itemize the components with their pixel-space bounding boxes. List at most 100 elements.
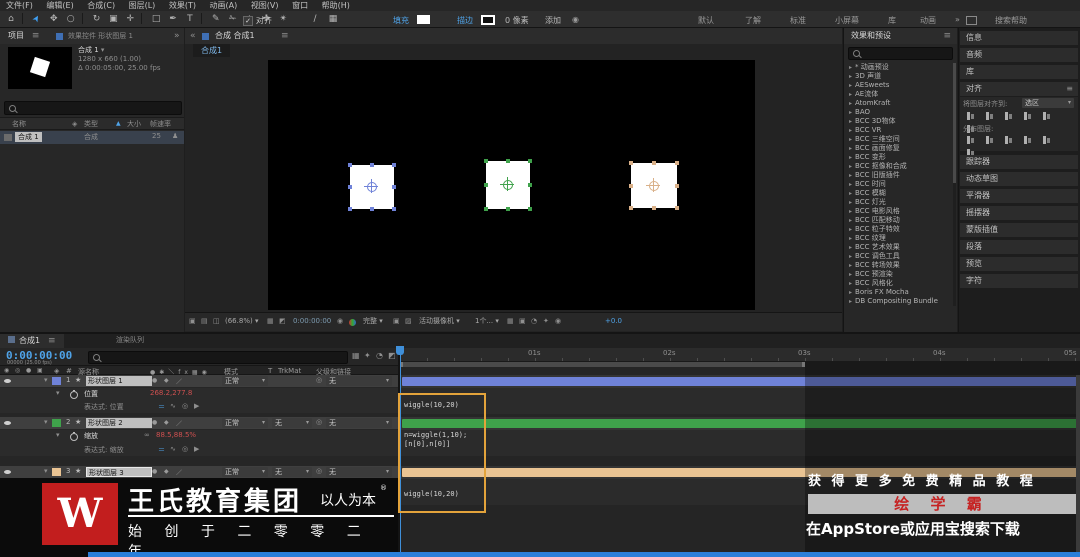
effect-category[interactable]: ▸* 动画预设 [844,63,957,72]
effect-category[interactable]: ▸AE流体 [844,90,957,99]
effect-category[interactable]: ▸BAO [844,108,957,117]
effect-category[interactable]: ▸BCC 转场效果 [844,261,957,270]
resize-handle[interactable] [506,159,510,163]
distribute-h-center-icon[interactable] [1041,135,1052,145]
view-layout-dropdown[interactable]: 1个... ▾ [475,313,499,330]
tab-render-queue[interactable]: 渲染队列 [116,335,144,345]
expression-graph-icon[interactable]: ∿ [170,445,176,453]
align-v-center-icon[interactable] [1041,111,1052,121]
shape-tool-icon[interactable]: □ [149,11,163,27]
composition-viewport[interactable] [268,60,755,310]
layer-switches[interactable]: ● [152,419,157,426]
effect-category[interactable]: ▸BCC 3D物体 [844,117,957,126]
snap-checkbox[interactable]: ✓ 对齐 [243,15,272,26]
resize-handle[interactable] [484,159,488,163]
workspace-manager-icon[interactable] [966,16,977,25]
property-row-position[interactable]: ▾ 位置 268.2,277.8 [0,388,398,400]
effect-category[interactable]: ▸AtomKraft [844,99,957,108]
stopwatch-icon[interactable] [70,391,78,399]
resize-handle[interactable] [528,183,532,187]
clone-stamp-tool-icon[interactable]: ✁ [226,11,240,27]
panel-menu-icon[interactable]: ≡ [281,28,289,44]
expand-arrow-icon[interactable]: ▾ [44,418,48,426]
effect-category[interactable]: ▸BCC 三维空间 [844,135,957,144]
parent-dropdown[interactable]: 无▾ [326,376,392,386]
resolution-dropdown[interactable]: 完整 ▾ [363,313,383,330]
workspace-tab-learn[interactable]: 了解 [745,15,761,26]
panel-tracker[interactable]: 跟踪器 [960,155,1078,169]
tab-overflow-icon[interactable]: » [174,28,180,44]
eye-icon[interactable] [4,470,11,474]
anchor-point-icon[interactable] [649,181,659,191]
anchor-point-icon[interactable] [503,180,513,190]
magnification-icon[interactable]: ◫ [213,313,220,330]
add-label[interactable]: 添加 [545,15,561,26]
tab-project[interactable]: 项目 [0,31,24,40]
shape-layer-1-square[interactable] [350,165,394,209]
exposure-value[interactable]: +0.0 [605,313,622,330]
eye-icon[interactable] [4,379,11,383]
scrollbar[interactable] [953,63,956,306]
expand-arrow-icon[interactable]: ▾ [56,389,60,397]
expand-arrow-icon[interactable]: ▾ [44,376,48,384]
panel-paragraph[interactable]: 段落 [960,240,1078,254]
comp-viewer-tab[interactable]: 合成1 [193,44,230,57]
primary-viewer-icon[interactable]: ▤ [201,313,208,330]
always-preview-icon[interactable]: ▣ [189,313,196,330]
parent-dropdown[interactable]: 无▾ [326,418,392,428]
effect-category[interactable]: ▸BCC 调色工具 [844,252,957,261]
align-h-center-icon[interactable] [984,111,995,121]
resize-handle[interactable] [528,159,532,163]
blend-mode-dropdown[interactable]: 正常▾ [222,467,268,477]
project-item-row[interactable]: 合成 1 合成 25 ♟ [0,131,184,144]
resize-handle[interactable] [392,185,396,189]
type-tool-icon[interactable]: T [183,11,197,27]
effect-category[interactable]: ▸3D 声道 [844,72,957,81]
menu-animation[interactable]: 动画(A) [210,1,238,10]
selected-comp-name[interactable]: 合成 1 ▾ [78,46,161,55]
roi-icon[interactable]: ▣ [393,313,400,330]
effect-category[interactable]: ▸BCC 画面修复 [844,144,957,153]
label-color-chip[interactable] [52,377,61,385]
project-item-name[interactable]: 合成 1 [15,132,42,142]
mini-flowchart-icon[interactable]: ▦ [352,351,360,360]
layer-switches[interactable]: ● [152,377,157,384]
distribute-left-icon[interactable] [1022,135,1033,145]
panel-audio[interactable]: 音频 [960,48,1078,62]
stroke-width-value[interactable]: 0 像素 [505,15,529,26]
menu-window[interactable]: 窗口 [292,1,308,10]
playhead-handle[interactable] [396,346,404,355]
pen-tool-icon[interactable]: ✒ [166,11,180,27]
property-name[interactable]: 缩放 [84,431,98,441]
graph-editor-icon[interactable]: ◩ [388,351,396,360]
project-search-input[interactable] [4,101,182,115]
shape-layer-2-square[interactable] [486,161,530,209]
property-row-scale[interactable]: ▾ 缩放 ∞ 88.5,88.5% [0,430,398,442]
stopwatch-icon[interactable] [70,433,78,441]
resize-handle[interactable] [392,207,396,211]
effects-panel-title[interactable]: 效果和预设 [844,31,891,40]
resize-handle[interactable] [506,207,510,211]
resize-handle[interactable] [629,161,633,165]
align-to-dropdown[interactable]: 选区▾ [1022,98,1074,108]
layer-row-2[interactable]: ▾ 2 ★ 形状图层 2 ●◆／ 正常▾ 无▾ ◎ 无▾ [0,417,398,429]
tab-effect-controls[interactable]: 效果控件 形状图层 1 [68,28,133,44]
stroke-label[interactable]: 描边 [457,15,473,26]
effect-category[interactable]: ▸BCC 艺术效果 [844,243,957,252]
align-right-icon[interactable] [1003,111,1014,121]
layer-name[interactable]: 形状图层 2 [86,418,152,428]
expression-pickwhip-icon[interactable]: ◎ [182,402,188,410]
menu-composition[interactable]: 合成(C) [87,1,115,10]
effect-category[interactable]: ▸BCC 时间 [844,180,957,189]
fx-switch-icon[interactable]: ／ [176,468,182,477]
effect-category[interactable]: ▸BCC 纹理 [844,234,957,243]
layer-row-3[interactable]: ▾ 3 ★ 形状图层 3 ●◆／ 正常▾ 无▾ ◎ 无▾ [0,466,398,478]
property-name[interactable]: 位置 [84,389,98,399]
grid-guides-icon[interactable]: ▦ [267,313,274,330]
help-search-input[interactable]: 搜索帮助 [995,15,1027,26]
layer-name[interactable]: 形状图层 1 [86,376,152,386]
comp-thumbnail[interactable] [8,47,72,89]
effect-category[interactable]: ▸AESweets [844,81,957,90]
pickwhip-icon[interactable]: ◎ [316,376,322,384]
pan-behind-tool-icon[interactable]: ✛ [123,11,137,27]
